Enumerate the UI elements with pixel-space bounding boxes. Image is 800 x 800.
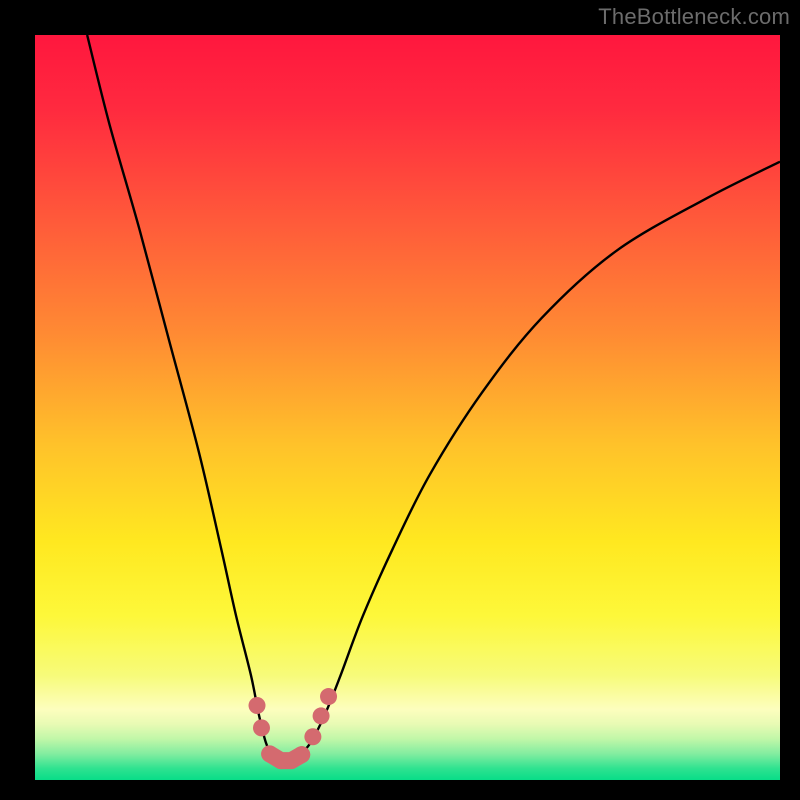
- valley-marker: [304, 728, 321, 745]
- valley-marker: [249, 697, 266, 714]
- bottleneck-chart: [35, 35, 780, 780]
- valley-marker: [293, 746, 310, 763]
- valley-marker: [320, 688, 337, 705]
- plot-area: [35, 35, 780, 780]
- valley-marker: [253, 719, 270, 736]
- attribution-label: TheBottleneck.com: [598, 4, 790, 30]
- gradient-background: [35, 35, 780, 780]
- chart-frame: TheBottleneck.com: [0, 0, 800, 800]
- valley-marker: [313, 707, 330, 724]
